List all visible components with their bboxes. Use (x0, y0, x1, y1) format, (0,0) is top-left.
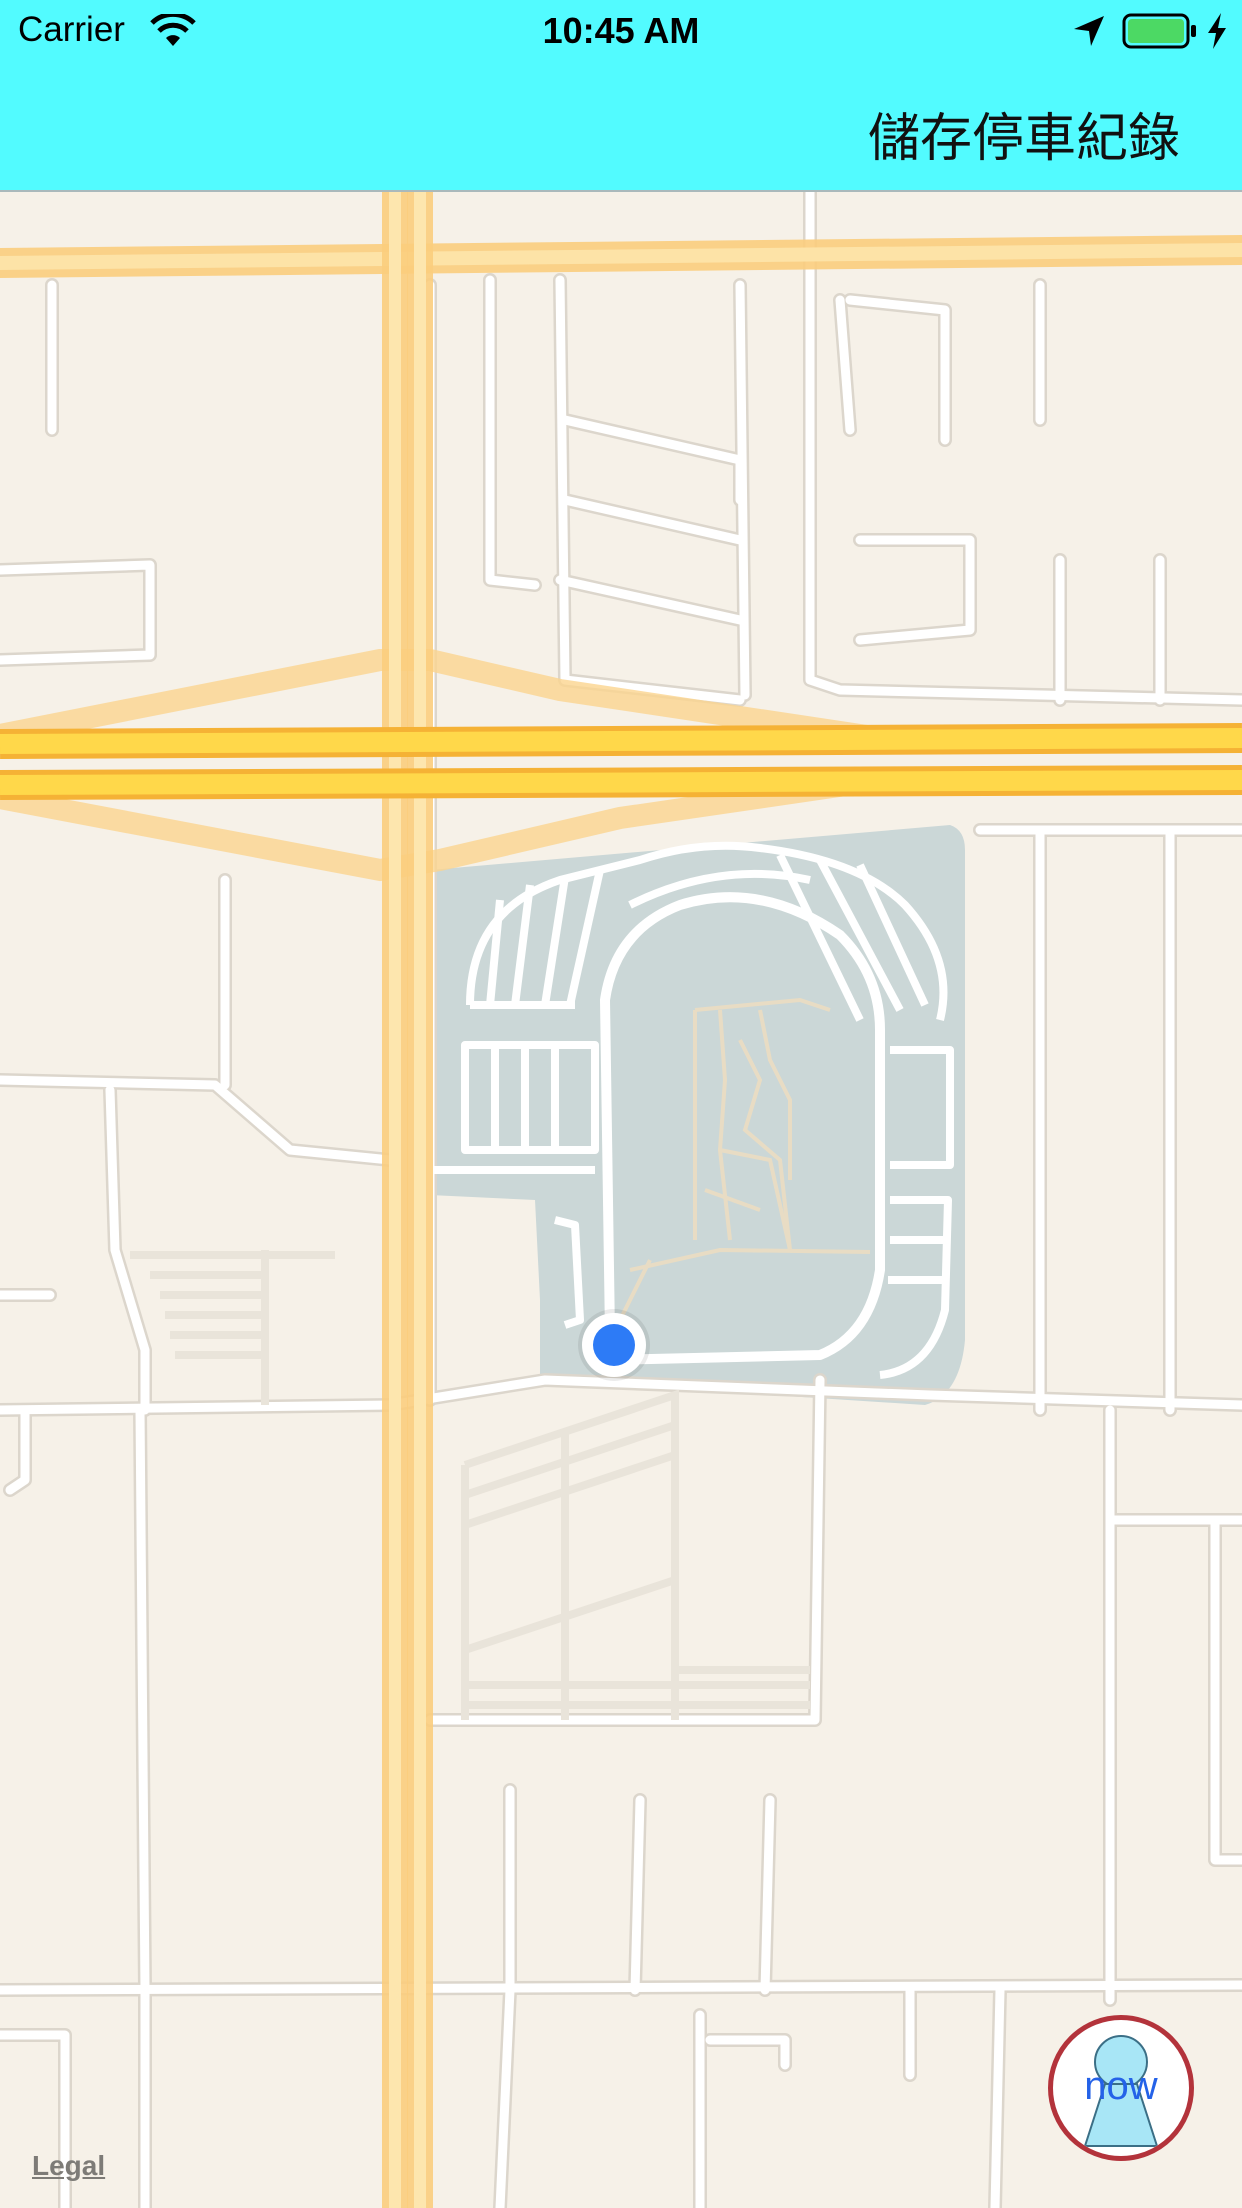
now-button[interactable]: now (1048, 2015, 1194, 2161)
navigation-bar: Carrier 10:45 AM 儲存停車紀錄 (0, 0, 1242, 192)
now-button-label: now (1084, 2064, 1158, 2108)
user-location-marker (578, 1309, 650, 1381)
map-canvas[interactable] (0, 192, 1242, 2208)
battery-icon (1122, 13, 1196, 49)
charging-icon (1208, 13, 1226, 49)
location-arrow-icon (1074, 16, 1104, 46)
status-time: 10:45 AM (542, 10, 700, 51)
legal-link[interactable]: Legal (32, 2150, 105, 2182)
map-view[interactable] (0, 192, 1242, 2208)
save-parking-record-button[interactable]: 儲存停車紀錄 (868, 96, 1180, 171)
